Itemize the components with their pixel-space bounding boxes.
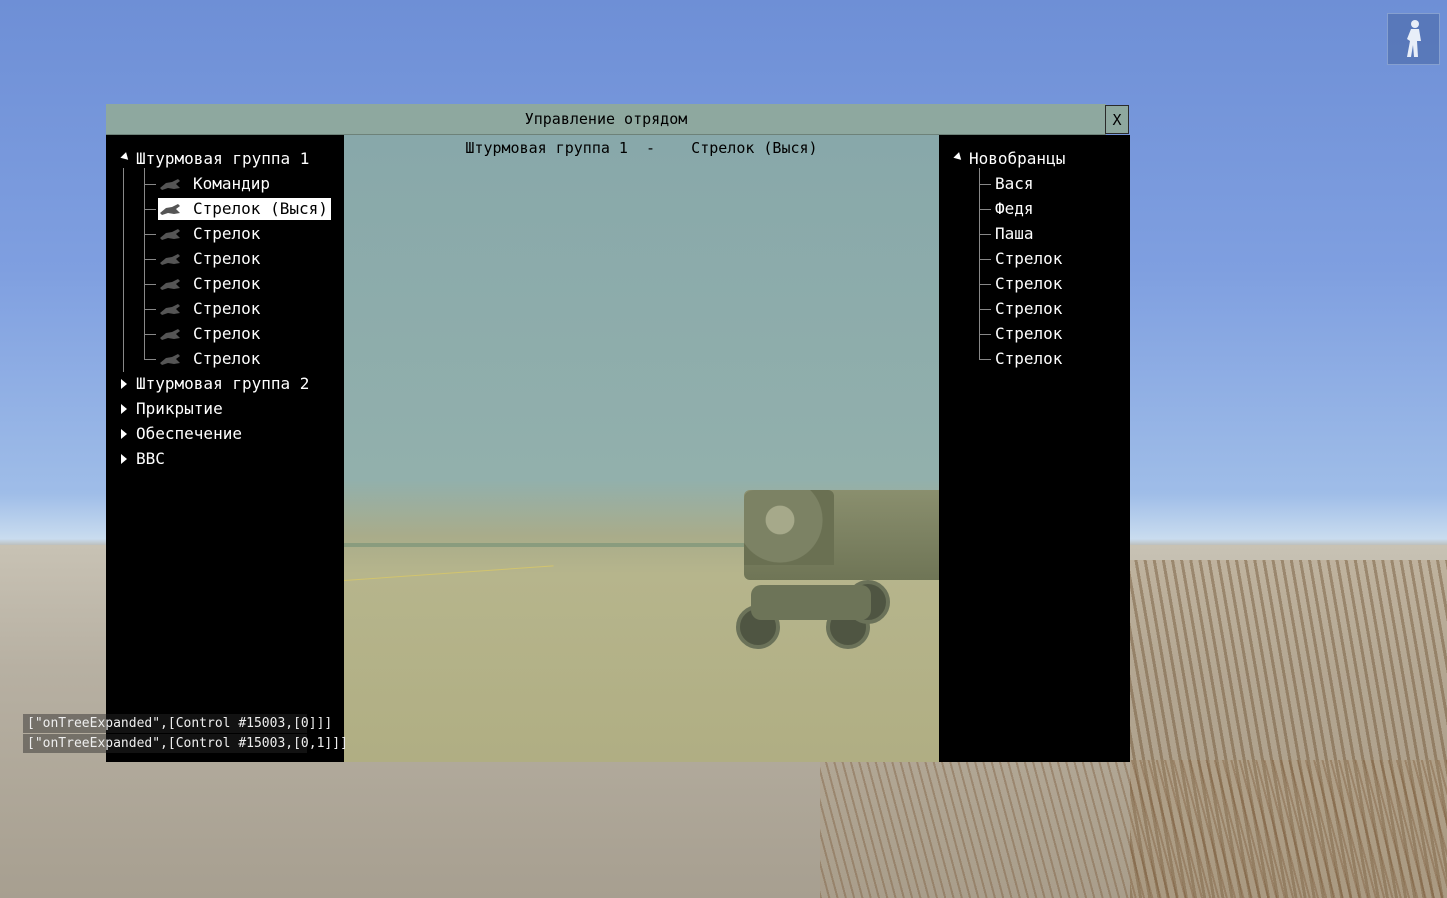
tree-item-label: Федя <box>995 199 1034 218</box>
tree-item-label: Штурмовая группа 2 <box>136 374 310 393</box>
soldier-prone-icon <box>160 304 180 315</box>
tree-item-label: Стрелок <box>995 274 1063 293</box>
tree-item-label: Прикрытие <box>136 399 223 418</box>
collapse-arrow-icon[interactable] <box>121 404 127 414</box>
tree-connector-line <box>144 359 156 360</box>
tree-item-label: Стрелок <box>995 349 1063 368</box>
debug-log-line: ["onTreeExpanded",[Control #15003,[0]]] <box>23 714 332 733</box>
tree-item-label: Стрелок <box>193 349 261 368</box>
tree-member-node[interactable]: Стрелок (Выся) <box>158 198 331 220</box>
debug-log-line: ["onTreeExpanded",[Control #15003,[0,1]]… <box>23 734 348 753</box>
tree-connector-line <box>144 309 156 310</box>
tree-connector-line <box>144 259 156 260</box>
tree-connector-line <box>979 209 991 210</box>
soldier-prone-icon <box>160 179 180 190</box>
tree-item-label: Стрелок <box>193 274 261 293</box>
tree-member-node[interactable]: Стрелок <box>158 323 263 345</box>
collapse-arrow-icon[interactable] <box>121 429 127 439</box>
tree-connector-line <box>979 284 991 285</box>
tree-member-node[interactable]: Стрелок <box>158 348 263 370</box>
tree-member-node[interactable]: Стрелок <box>158 248 263 270</box>
truck-cab <box>744 490 834 565</box>
tree-connector-line <box>979 184 991 185</box>
tree-connector-line <box>144 184 156 185</box>
recruit-node[interactable]: Федя <box>992 198 1037 220</box>
tree-item-label: Командир <box>193 174 271 193</box>
tree-item-label: ВВС <box>136 449 165 468</box>
tree-connector-line <box>979 234 991 235</box>
tree-item-label: Стрелок <box>995 324 1063 343</box>
squad-tree: Штурмовая группа 1 Командир Стрелок (Выся)… <box>106 135 344 762</box>
unit-preview-viewport: Штурмовая группа 1 - Стрелок (Выся) <box>344 135 939 762</box>
tree-connector-line <box>979 359 991 360</box>
atv-body <box>751 585 871 620</box>
tree-group-node[interactable]: Штурмовая группа 1 <box>120 148 312 170</box>
soldier-standing-icon <box>1406 20 1421 57</box>
soldier-prone-icon <box>160 354 180 365</box>
tree-item-label: Новобранцы <box>969 149 1066 168</box>
recruit-node[interactable]: Стрелок <box>992 323 1065 345</box>
tree-group-node[interactable]: Обеспечение <box>121 423 245 445</box>
tree-item-label: Вася <box>995 174 1034 193</box>
tree-connector-line <box>979 334 991 335</box>
recruits-tree-panel: Новобранцы Вася Федя Паша Стрелок Стрелок Стре… <box>939 135 1130 762</box>
soldier-prone-icon <box>160 329 180 340</box>
tree-connector-line <box>144 209 156 210</box>
tree-connector-line <box>979 259 991 260</box>
soldier-prone-icon <box>160 254 180 265</box>
tree-group-node[interactable]: ВВС <box>121 448 168 470</box>
tree-item-label: Стрелок <box>193 249 261 268</box>
tree-connector-line <box>123 168 124 372</box>
viewport-unit-title: Штурмовая группа 1 - Стрелок (Выся) <box>465 139 818 157</box>
expand-arrow-icon[interactable] <box>953 151 965 163</box>
tree-connector-line <box>144 168 145 360</box>
expand-arrow-icon[interactable] <box>120 151 132 163</box>
squad-tree-panel: Штурмовая группа 1 Командир Стрелок (Выся)… <box>106 135 344 762</box>
recruit-node[interactable]: Стрелок <box>992 248 1065 270</box>
tree-item-label: Стрелок <box>995 249 1063 268</box>
tree-item-label: Паша <box>995 224 1034 243</box>
soldier-prone-icon <box>160 204 180 215</box>
soldier-prone-icon <box>160 279 180 290</box>
recruit-node[interactable]: Стрелок <box>992 348 1065 370</box>
tree-connector-line <box>144 334 156 335</box>
tree-item-label: Стрелок <box>995 299 1063 318</box>
tree-group-node[interactable]: Новобранцы <box>953 148 1068 170</box>
tree-connector-line <box>979 168 980 360</box>
tree-group-node[interactable]: Прикрытие <box>121 398 226 420</box>
atv-vehicle <box>736 575 891 655</box>
tree-connector-line <box>979 309 991 310</box>
recruit-node[interactable]: Стрелок <box>992 273 1065 295</box>
soldier-prone-icon <box>160 229 180 240</box>
recruit-node[interactable]: Паша <box>992 223 1037 245</box>
close-button[interactable]: X <box>1105 105 1129 134</box>
terrain-scrub-foreground <box>820 760 1447 898</box>
tree-item-label: Стрелок <box>193 324 261 343</box>
viewport-runway-marking <box>344 565 554 581</box>
dialog-titlebar[interactable]: Управление отрядом <box>106 104 1106 135</box>
tree-item-label: Стрелок (Выся) <box>193 199 328 218</box>
tree-item-label: Обеспечение <box>136 424 242 443</box>
tree-connector-line <box>144 234 156 235</box>
squad-management-dialog: Управление отрядом X Штурмовая группа 1 К… <box>106 104 1130 762</box>
tree-member-node[interactable]: Стрелок <box>158 223 263 245</box>
collapse-arrow-icon[interactable] <box>121 379 127 389</box>
tree-member-node[interactable]: Стрелок <box>158 298 263 320</box>
tree-item-label: Штурмовая группа 1 <box>136 149 310 168</box>
tree-member-node[interactable]: Стрелок <box>158 273 263 295</box>
player-stance-indicator <box>1387 13 1440 65</box>
tree-connector-line <box>144 284 156 285</box>
recruits-tree: Новобранцы Вася Федя Паша Стрелок Стрелок Стре… <box>939 135 1130 762</box>
tree-item-label: Стрелок <box>193 299 261 318</box>
tree-group-node[interactable]: Штурмовая группа 2 <box>121 373 312 395</box>
tree-item-label: Стрелок <box>193 224 261 243</box>
collapse-arrow-icon[interactable] <box>121 454 127 464</box>
dialog-title: Управление отрядом <box>524 110 688 128</box>
recruit-node[interactable]: Вася <box>992 173 1037 195</box>
recruit-node[interactable]: Стрелок <box>992 298 1065 320</box>
tree-member-node[interactable]: Командир <box>158 173 273 195</box>
